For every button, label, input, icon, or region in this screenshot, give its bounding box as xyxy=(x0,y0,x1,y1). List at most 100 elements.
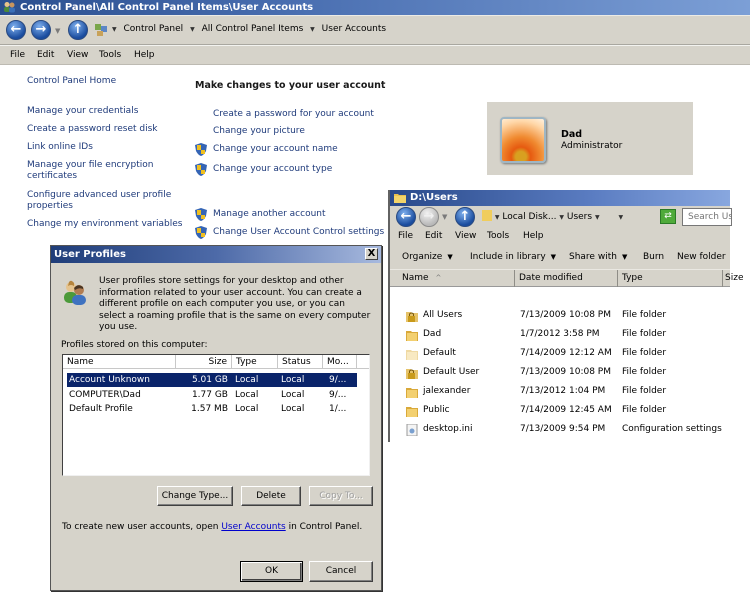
explorer-forward-button[interactable]: → xyxy=(419,207,439,227)
up-button[interactable]: ↑ xyxy=(68,20,88,40)
column-header-size[interactable]: Size xyxy=(176,355,232,369)
sidebar-control-panel-home[interactable]: Control Panel Home xyxy=(27,76,116,87)
column-header-size[interactable]: Size xyxy=(723,270,743,287)
breadcrumb-arrow-icon[interactable]: ▼ xyxy=(559,214,564,221)
menu-edit[interactable]: Edit xyxy=(425,231,442,241)
column-header-status[interactable]: Status xyxy=(278,355,323,369)
task-label[interactable]: Manage another account xyxy=(213,209,326,219)
column-header-date-modified[interactable]: Date modified xyxy=(515,270,618,287)
explorer-command-bar: Organize ▼ Include in library ▼ Share with… xyxy=(390,247,730,269)
include-in-library-label: Include in library xyxy=(470,252,546,262)
menu-file[interactable]: File xyxy=(398,231,413,241)
organize-button[interactable]: Organize ▼ xyxy=(402,252,453,262)
locked-folder-icon xyxy=(406,369,418,379)
file-list-item[interactable]: jalexander 7/13/2012 1:04 PM File folder xyxy=(390,383,730,402)
breadcrumb-user-accounts[interactable]: User Accounts xyxy=(322,24,386,34)
profiles-list[interactable]: Name Size Type Status Mo... Account Unkn… xyxy=(62,354,370,476)
change-type-button[interactable]: Change Type... xyxy=(157,486,233,506)
task-label[interactable]: Change your account name xyxy=(213,144,338,154)
search-input[interactable] xyxy=(682,208,732,226)
recent-pages-dropdown-icon[interactable]: ▼ xyxy=(442,213,447,221)
breadcrumb-arrow-icon[interactable]: ▼ xyxy=(190,26,195,33)
new-folder-button[interactable]: New folder xyxy=(677,252,726,262)
column-header-type[interactable]: Type xyxy=(232,355,278,369)
explorer-up-button[interactable]: ↑ xyxy=(455,207,475,227)
task-label[interactable]: Change your account type xyxy=(213,164,332,174)
profile-status: Local xyxy=(281,404,305,414)
address-history-dropdown-icon[interactable]: ▼ xyxy=(618,214,623,221)
sidebar-file-encryption-certificates[interactable]: Manage your file encryption certificates xyxy=(27,160,162,182)
folder-icon xyxy=(406,388,418,398)
menu-view[interactable]: View xyxy=(67,50,88,60)
user-accounts-icon xyxy=(4,2,15,13)
forward-button[interactable]: → xyxy=(31,20,51,40)
column-header-type[interactable]: Type xyxy=(618,270,723,287)
menu-edit[interactable]: Edit xyxy=(37,50,54,60)
profile-name: Account Unknown xyxy=(69,375,150,385)
address-bar[interactable]: ▼ Local Disk... ▼ Users ▼ ▼ xyxy=(482,209,652,225)
profile-row[interactable]: Account Unknown 5.01 GB Local Local 9/... xyxy=(67,373,357,387)
menu-view[interactable]: View xyxy=(455,231,476,241)
share-with-label: Share with xyxy=(569,252,617,262)
file-list-item[interactable]: All Users 7/13/2009 10:08 PM File folder xyxy=(390,307,730,326)
user-picture[interactable] xyxy=(500,117,546,163)
page-heading: Make changes to your user account xyxy=(195,80,386,91)
menu-help[interactable]: Help xyxy=(523,231,544,241)
menu-tools[interactable]: Tools xyxy=(487,231,509,241)
sidebar-password-reset-disk[interactable]: Create a password reset disk xyxy=(27,124,158,135)
sidebar-advanced-profile-properties[interactable]: Configure advanced user profile properti… xyxy=(27,190,177,212)
menu-file[interactable]: File xyxy=(10,50,25,60)
file-list-item[interactable]: desktop.ini 7/13/2009 9:54 PM Configuratio… xyxy=(390,421,730,440)
file-list-item[interactable]: Default 7/14/2009 12:12 AM File folder xyxy=(390,345,730,364)
user-accounts-link[interactable]: User Accounts xyxy=(221,522,285,532)
explorer-title: D:\Users xyxy=(410,192,458,203)
task-label[interactable]: Change your picture xyxy=(213,126,305,136)
column-header-name[interactable]: Name ^ xyxy=(390,270,515,287)
breadcrumb-arrow-icon[interactable]: ▼ xyxy=(595,214,600,221)
folder-icon xyxy=(406,331,418,341)
ok-button[interactable]: OK xyxy=(240,561,303,582)
sidebar-manage-credentials[interactable]: Manage your credentials xyxy=(27,106,138,117)
include-in-library-button[interactable]: Include in library ▼ xyxy=(470,252,556,262)
control-panel-title-bar[interactable]: Control Panel\All Control Panel Items\Us… xyxy=(0,0,750,15)
explorer-title-bar[interactable]: D:\Users xyxy=(390,190,730,206)
menu-tools[interactable]: Tools xyxy=(99,50,121,60)
task-label[interactable]: Create a password for your account xyxy=(213,109,374,119)
breadcrumb-arrow-icon[interactable]: ▼ xyxy=(112,26,117,33)
delete-button[interactable]: Delete xyxy=(241,486,301,506)
column-header-name[interactable]: Name xyxy=(63,355,176,369)
explorer-back-button[interactable]: ← xyxy=(396,207,416,227)
burn-button[interactable]: Burn xyxy=(643,252,664,262)
share-with-button[interactable]: Share with ▼ xyxy=(569,252,627,262)
file-list-item[interactable]: Default User 7/13/2009 10:08 PM File folde… xyxy=(390,364,730,383)
close-button[interactable]: X xyxy=(365,248,378,260)
column-header-modified[interactable]: Mo... xyxy=(323,355,357,369)
breadcrumb-arrow-icon[interactable]: ▼ xyxy=(495,214,500,221)
breadcrumb-control-panel[interactable]: Control Panel xyxy=(124,24,184,34)
dialog-title-bar[interactable]: User Profiles X xyxy=(51,246,381,263)
folder-icon xyxy=(394,194,406,203)
address-local-disk[interactable]: Local Disk... xyxy=(502,212,556,222)
organize-label: Organize xyxy=(402,252,443,262)
back-button[interactable]: ← xyxy=(6,20,26,40)
sidebar-link-online-ids[interactable]: Link online IDs xyxy=(27,142,93,153)
menu-help[interactable]: Help xyxy=(134,50,155,60)
file-name: desktop.ini xyxy=(423,424,473,434)
sidebar-environment-variables[interactable]: Change my environment variables xyxy=(27,219,182,230)
breadcrumb-arrow-icon[interactable]: ▼ xyxy=(310,26,315,33)
file-list-item[interactable]: Dad 1/7/2012 3:58 PM File folder xyxy=(390,326,730,345)
folder-icon xyxy=(482,210,492,221)
profile-row[interactable]: COMPUTER\Dad 1.77 GB Local Local 9/... xyxy=(67,388,357,402)
task-label[interactable]: Change User Account Control settings xyxy=(213,227,384,237)
file-type: Configuration settings xyxy=(622,424,722,434)
cancel-button[interactable]: Cancel xyxy=(309,561,373,582)
explorer-window: D:\Users ← → ▼ ↑ ▼ Local Disk... ▼ Users… xyxy=(388,190,743,442)
refresh-icon[interactable]: ⇄ xyxy=(660,209,676,224)
recent-pages-dropdown-icon[interactable]: ▼ xyxy=(55,27,60,35)
sort-ascending-icon: ^ xyxy=(435,274,442,282)
copy-to-button[interactable]: Copy To... xyxy=(309,486,373,506)
breadcrumb-all-items[interactable]: All Control Panel Items xyxy=(202,24,304,34)
profile-row[interactable]: Default Profile 1.57 MB Local Local 1/... xyxy=(67,402,357,416)
address-users[interactable]: Users xyxy=(567,212,592,222)
file-list-item[interactable]: Public 7/14/2009 12:45 AM File folder xyxy=(390,402,730,421)
